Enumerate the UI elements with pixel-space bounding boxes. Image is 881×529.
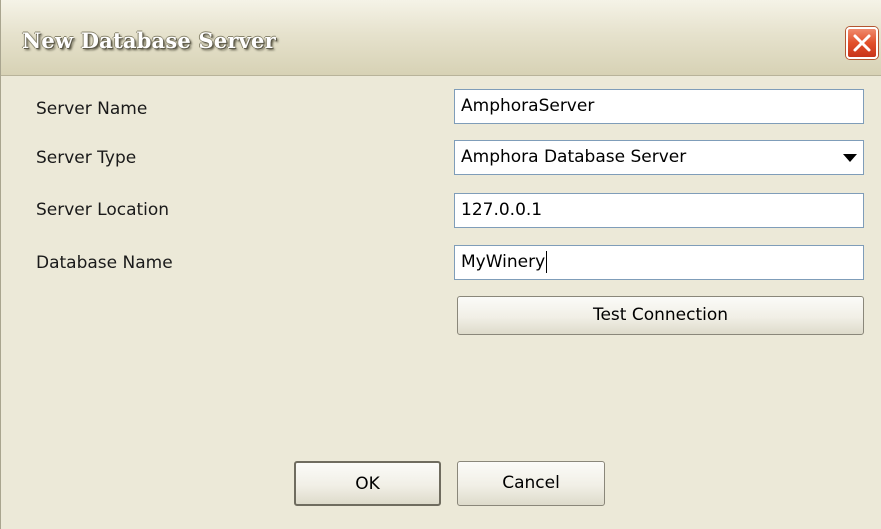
chevron-down-icon[interactable] (843, 154, 857, 162)
server-name-value: AmphoraServer (461, 96, 595, 116)
ok-button[interactable]: OK (294, 461, 441, 506)
cancel-button[interactable]: Cancel (457, 461, 605, 506)
dialog-title: New Database Server (22, 28, 276, 53)
close-button[interactable] (846, 27, 878, 59)
title-bar[interactable]: New Database Server (1, 0, 881, 76)
server-type-label: Server Type (36, 148, 137, 168)
server-location-input[interactable]: 127.0.0.1 (454, 193, 864, 228)
database-name-label: Database Name (36, 253, 173, 273)
text-caret (546, 251, 548, 273)
database-name-input[interactable]: MyWinery (454, 245, 864, 280)
server-location-value: 127.0.0.1 (461, 200, 543, 220)
server-name-label: Server Name (36, 99, 148, 119)
server-name-input[interactable]: AmphoraServer (454, 89, 864, 124)
server-type-select[interactable]: Amphora Database Server (454, 140, 864, 175)
server-location-label: Server Location (36, 200, 170, 220)
server-type-selected-value: Amphora Database Server (461, 147, 687, 167)
test-connection-button[interactable]: Test Connection (457, 296, 864, 335)
new-database-server-dialog: New Database Server Server Name AmphoraS… (0, 0, 881, 529)
database-name-value: MyWinery (461, 252, 546, 272)
close-icon (853, 34, 871, 52)
